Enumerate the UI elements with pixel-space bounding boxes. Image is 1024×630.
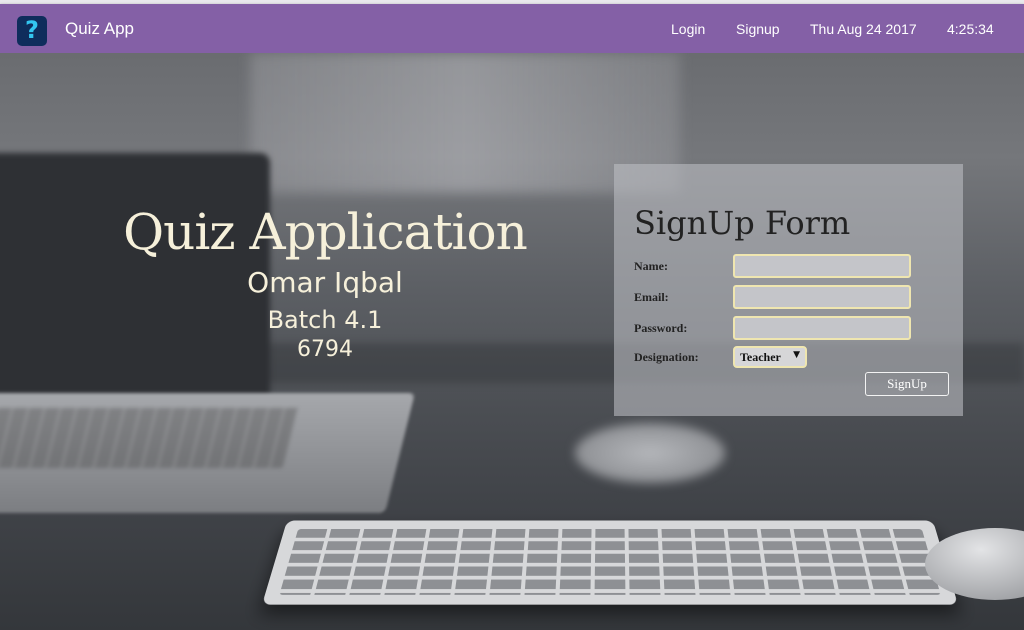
email-label: Email: bbox=[634, 290, 669, 304]
dropdown-arrow-icon: ▼ bbox=[793, 350, 800, 360]
form-title: SignUp Form bbox=[634, 204, 851, 242]
signup-form: SignUp Form Name: Email: Password: Desig… bbox=[614, 164, 963, 416]
hero-title: Quiz Application bbox=[123, 203, 528, 261]
hero-batch: Batch 4.1 bbox=[267, 306, 383, 334]
background-laptop-keys bbox=[0, 408, 298, 468]
login-link[interactable]: Login bbox=[671, 21, 705, 37]
designation-value: Teacher bbox=[740, 350, 781, 364]
app-logo[interactable]: ? bbox=[17, 16, 47, 46]
name-label: Name: bbox=[634, 259, 668, 273]
navbar: ? Quiz App Login Signup Thu Aug 24 2017 … bbox=[0, 4, 1024, 53]
password-label: Password: bbox=[634, 321, 688, 335]
hero-id: 6794 bbox=[297, 337, 353, 362]
current-time: 4:25:34 bbox=[947, 21, 994, 37]
email-field[interactable] bbox=[733, 285, 911, 309]
question-mark-icon: ? bbox=[25, 16, 39, 44]
name-field[interactable] bbox=[733, 254, 911, 278]
current-date: Thu Aug 24 2017 bbox=[810, 21, 917, 37]
background-keyboard bbox=[261, 520, 959, 605]
hero-author: Omar Iqbal bbox=[247, 266, 403, 299]
background-bowl bbox=[575, 423, 725, 483]
designation-select[interactable]: Teacher ▼ bbox=[733, 346, 807, 368]
designation-label: Designation: bbox=[634, 350, 699, 364]
signup-button[interactable]: SignUp bbox=[865, 372, 949, 396]
signup-link[interactable]: Signup bbox=[736, 21, 780, 37]
password-field[interactable] bbox=[733, 316, 911, 340]
app-brand[interactable]: Quiz App bbox=[65, 19, 134, 39]
